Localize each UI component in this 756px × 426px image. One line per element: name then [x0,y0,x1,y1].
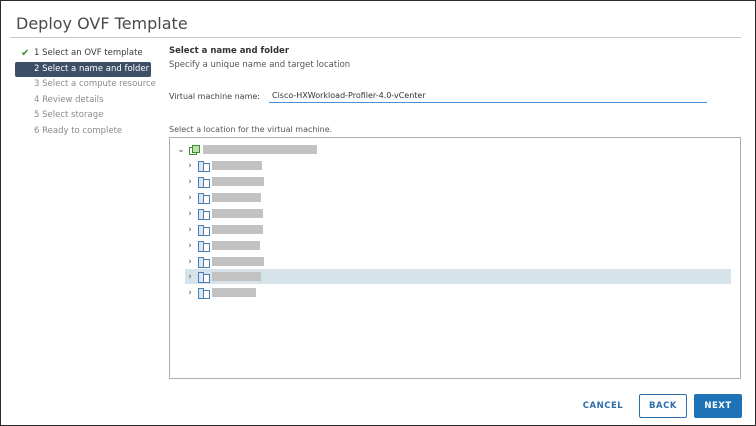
tree-node[interactable]: › [185,158,262,173]
step-select-ovf-template[interactable]: ✔ 1 Select an OVF template [18,46,158,62]
step-label: 2 Select a name and folder [34,63,150,74]
datacenter-folder-icon [198,224,210,236]
tree-root-node[interactable]: ⌄ [176,142,317,157]
title-divider [10,37,741,38]
step-select-storage: 5 Select storage [18,108,158,124]
tree-node-selected[interactable]: › [185,269,731,284]
chevron-right-icon[interactable]: › [185,193,195,203]
chevron-down-icon[interactable]: ⌄ [176,145,186,155]
tree-node[interactable]: › [185,238,260,253]
step-select-name-folder[interactable]: 2 Select a name and folder [15,61,151,77]
vm-name-label: Virtual machine name: [169,91,260,101]
chevron-right-icon[interactable]: › [185,241,195,251]
vm-name-row: Virtual machine name: [169,89,707,103]
wizard-steps: ✔ 1 Select an OVF template 2 Select a na… [15,46,158,140]
redacted-label [203,145,317,154]
redacted-label [212,272,261,281]
redacted-label [212,193,261,202]
step-review-details: 4 Review details [18,93,158,109]
step-label: 1 Select an OVF template [34,48,143,58]
next-button[interactable]: NEXT [694,394,742,418]
datacenter-folder-icon [198,287,210,299]
chevron-right-icon[interactable]: › [185,272,195,282]
datacenter-folder-icon [198,192,210,204]
tree-node[interactable]: › [185,254,264,269]
location-label: Select a location for the virtual machin… [169,125,333,134]
redacted-label [212,177,264,186]
redacted-label [212,161,262,170]
back-button[interactable]: BACK [639,394,687,418]
section-heading: Select a name and folder [169,46,290,56]
datacenter-folder-icon [198,271,210,283]
chevron-right-icon[interactable]: › [185,161,195,171]
redacted-label [212,288,256,297]
location-tree[interactable]: ⌄ › › › › › › › › › [169,137,741,379]
tree-node[interactable]: › [185,222,263,237]
chevron-right-icon[interactable]: › [185,257,195,267]
datacenter-folder-icon [198,160,210,172]
dialog-title: Deploy OVF Template [16,14,188,33]
tree-node[interactable]: › [185,174,264,189]
redacted-label [212,209,263,218]
step-select-compute-resource: 3 Select a compute resource [18,77,158,93]
datacenter-folder-icon [198,208,210,220]
section-subheading: Specify a unique name and target locatio… [169,60,351,70]
step-label: 6 Ready to complete [34,125,123,136]
redacted-label [212,257,264,266]
redacted-label [212,241,260,250]
cancel-button[interactable]: CANCEL [574,394,632,418]
datacenter-folder-icon [198,240,210,252]
chevron-right-icon[interactable]: › [185,288,195,298]
checkmark-icon: ✔ [21,48,30,59]
tree-node[interactable]: › [185,285,256,300]
step-label: 5 Select storage [34,110,104,120]
datacenter-icon [189,144,200,155]
chevron-right-icon[interactable]: › [185,209,195,219]
step-label: 4 Review details [34,94,104,105]
redacted-label [212,225,263,234]
chevron-right-icon[interactable]: › [185,177,195,187]
datacenter-folder-icon [198,176,210,188]
step-content: Select a name and folder Specify a uniqu… [169,46,741,134]
datacenter-folder-icon [198,256,210,268]
step-label: 3 Select a compute resource [34,79,156,89]
vm-name-input[interactable] [269,89,707,103]
step-ready-to-complete: 6 Ready to complete [18,124,158,140]
tree-node[interactable]: › [185,190,261,205]
tree-node[interactable]: › [185,206,263,221]
chevron-right-icon[interactable]: › [185,225,195,235]
deploy-ovf-dialog: Deploy OVF Template ✔ 1 Select an OVF te… [0,0,756,426]
